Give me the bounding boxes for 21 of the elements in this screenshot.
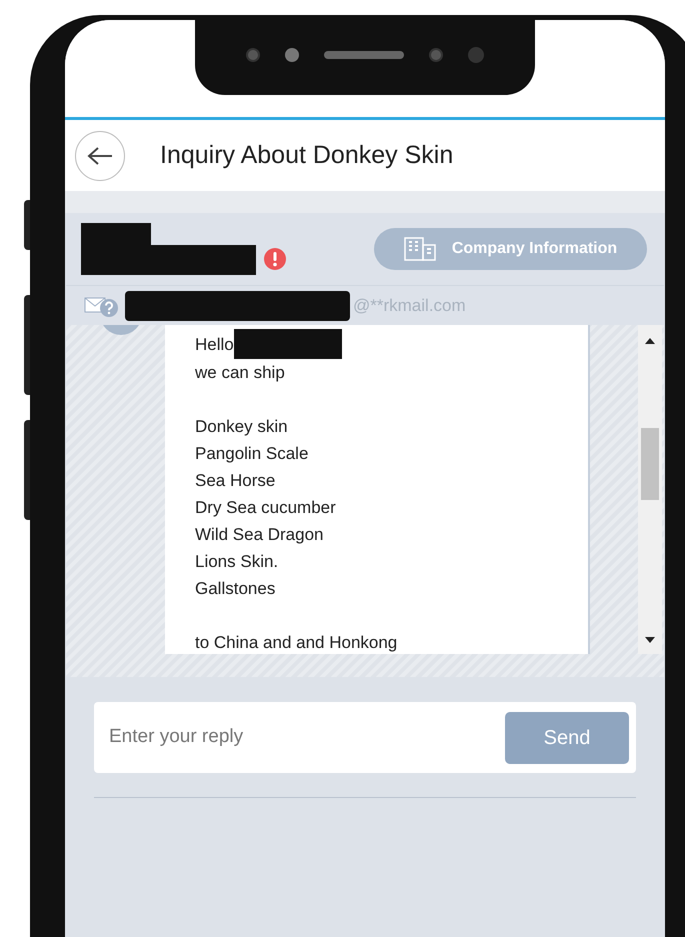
- back-button[interactable]: [75, 130, 125, 180]
- back-arrow-icon: [87, 146, 113, 166]
- message-line: Lions Skin.: [195, 551, 278, 573]
- scrollbar-thumb[interactable]: [641, 428, 659, 500]
- scroll-up-icon[interactable]: [645, 338, 655, 344]
- message-line: Dry Sea cucumber: [195, 497, 336, 519]
- message-line: Sea Horse: [195, 470, 276, 492]
- page-title: Inquiry About Donkey Skin: [160, 140, 454, 171]
- greeting-text: Hello: [195, 334, 234, 356]
- building-icon: [404, 237, 436, 261]
- message-line: Pangolin Scale: [195, 443, 308, 465]
- message-line: to China and and Honkong: [195, 632, 398, 654]
- message-line: Wild Sea Dragon: [195, 524, 324, 546]
- message-line: we can ship: [195, 362, 285, 384]
- message-line: Gallstones: [195, 578, 276, 600]
- message-line: Donkey skin: [195, 416, 288, 438]
- send-button[interactable]: Send: [505, 712, 629, 764]
- alert-icon: [264, 248, 286, 270]
- company-information-button[interactable]: Company Information: [374, 228, 647, 270]
- scroll-down-icon[interactable]: [645, 637, 655, 643]
- reply-field[interactable]: Enter your reply Send: [94, 702, 636, 773]
